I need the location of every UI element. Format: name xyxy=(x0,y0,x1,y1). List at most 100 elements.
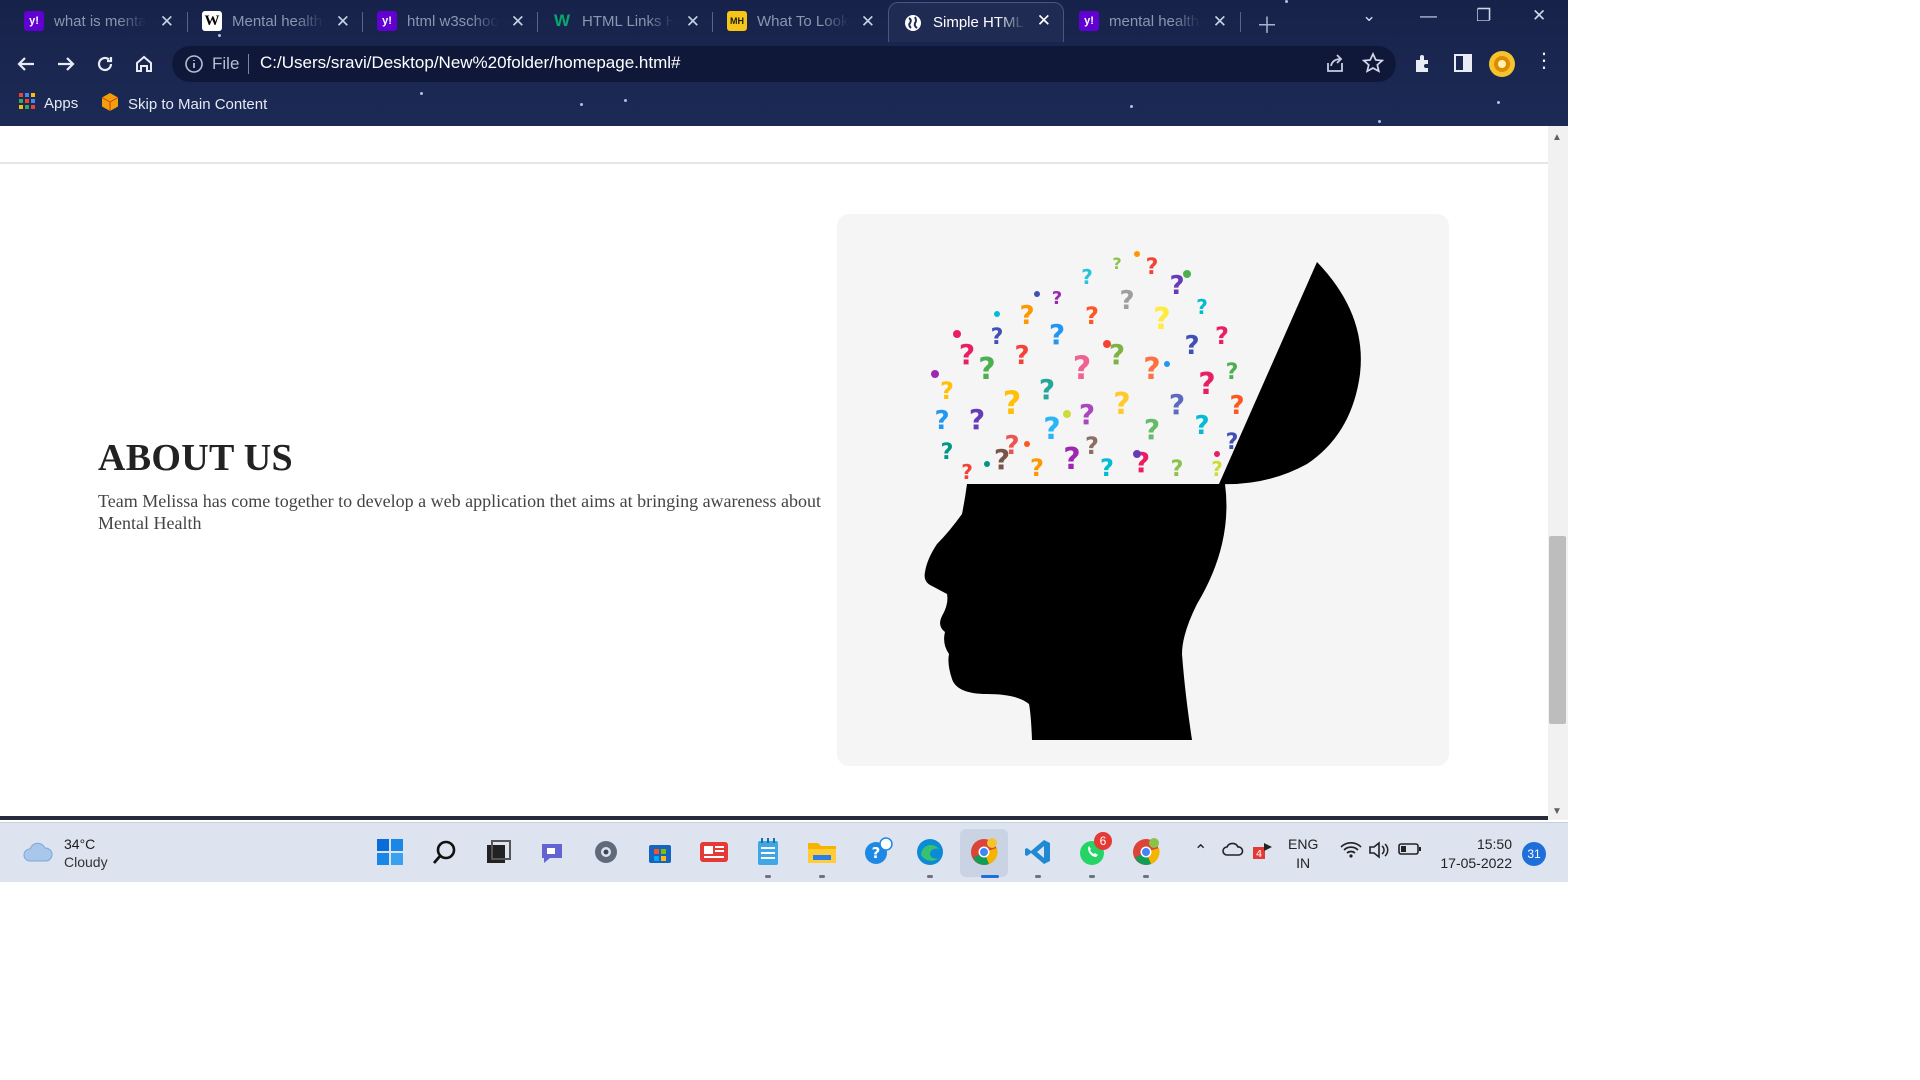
svg-text:?: ? xyxy=(1146,255,1159,280)
svg-text:?: ? xyxy=(1109,338,1125,371)
bookmark-label: Skip to Main Content xyxy=(128,95,268,113)
wifi-icon[interactable] xyxy=(1340,841,1362,862)
back-arrow-icon[interactable] xyxy=(12,50,40,78)
close-tab-icon[interactable]: ✕ xyxy=(861,12,875,32)
running-indicator xyxy=(1089,875,1095,878)
close-tab-icon[interactable]: ✕ xyxy=(511,12,525,32)
bookmark-apps[interactable]: Apps xyxy=(18,92,78,114)
close-tab-icon[interactable]: ✕ xyxy=(1037,11,1051,31)
vscode-icon[interactable] xyxy=(1022,836,1054,868)
region-code: IN xyxy=(1296,855,1311,871)
tab-html-links[interactable]: W HTML Links Hy ✕ xyxy=(538,4,712,38)
teams-chat-icon[interactable] xyxy=(536,836,568,868)
tab-simple-html-active[interactable]: Simple HTML H ✕ xyxy=(888,2,1064,42)
page-footer-bar xyxy=(0,816,1548,820)
close-window-icon[interactable]: ✕ xyxy=(1532,6,1546,26)
svg-text:?: ? xyxy=(934,406,949,436)
weather-condition: Cloudy xyxy=(64,854,108,870)
close-tab-icon[interactable]: ✕ xyxy=(160,12,174,32)
microsoft-store-icon[interactable] xyxy=(644,836,676,868)
svg-text:?: ? xyxy=(1119,286,1134,316)
tab-title: mental health xyxy=(1109,12,1200,30)
antivirus-shield-icon[interactable]: 4 xyxy=(1252,841,1274,864)
scroll-up-arrow-icon[interactable]: ▲ xyxy=(1552,132,1562,143)
running-indicator xyxy=(819,875,825,878)
battery-icon[interactable] xyxy=(1398,841,1422,860)
vertical-scrollbar[interactable]: ▲ ▼ xyxy=(1548,126,1568,820)
w3schools-icon: W xyxy=(553,11,571,30)
about-us-heading: ABOUT US xyxy=(98,437,293,479)
extensions-puzzle-icon[interactable] xyxy=(1412,52,1434,79)
file-explorer-folder-icon[interactable] xyxy=(806,836,838,868)
mhgov-icon: MH xyxy=(727,11,747,31)
edge-browser-icon[interactable] xyxy=(914,836,946,868)
reload-icon[interactable] xyxy=(91,50,119,78)
tab-title: html w3school xyxy=(407,12,499,30)
chrome-profile-icon[interactable] xyxy=(1130,836,1162,868)
volume-speaker-icon[interactable] xyxy=(1368,841,1390,862)
chrome-browser-icon[interactable] xyxy=(968,836,1000,868)
tab-title: Simple HTML H xyxy=(933,14,1025,31)
browser-menu-kebab-icon[interactable]: ⋮ xyxy=(1534,48,1554,73)
windows-start-icon[interactable] xyxy=(374,836,406,868)
svg-text:?: ? xyxy=(1030,454,1044,482)
close-tab-icon[interactable]: ✕ xyxy=(336,12,350,32)
new-tab-plus-icon[interactable]: ＋ xyxy=(1256,8,1278,40)
notepad-icon[interactable] xyxy=(752,836,784,868)
bookmark-star-icon[interactable] xyxy=(1361,51,1385,79)
notification-center-badge[interactable]: 31 xyxy=(1522,842,1546,866)
tab-what-to-look[interactable]: MH What To Look ✕ xyxy=(713,4,887,38)
svg-text:?: ? xyxy=(1004,431,1019,461)
close-tab-icon[interactable]: ✕ xyxy=(1213,12,1227,32)
svg-text:?: ? xyxy=(1184,331,1199,361)
svg-text:?: ? xyxy=(969,403,985,436)
cloud-icon xyxy=(22,839,54,868)
svg-text:?: ? xyxy=(1052,288,1062,309)
svg-text:?: ? xyxy=(961,460,973,484)
task-view-icon[interactable] xyxy=(482,836,514,868)
share-icon[interactable] xyxy=(1324,53,1346,80)
site-info-icon[interactable] xyxy=(184,54,204,79)
svg-text:?: ? xyxy=(1081,265,1093,289)
bookmark-skip-to-main-content[interactable]: Skip to Main Content xyxy=(100,92,267,116)
get-help-icon[interactable]: ? xyxy=(862,836,894,868)
whatsapp-notification-badge: 6 xyxy=(1094,832,1112,850)
tab-separator xyxy=(1240,12,1241,32)
tab-html-w3school[interactable]: y! html w3school ✕ xyxy=(363,4,537,38)
search-icon[interactable] xyxy=(429,836,461,868)
news-app-icon[interactable] xyxy=(698,836,730,868)
header-divider xyxy=(0,162,1548,164)
close-tab-icon[interactable]: ✕ xyxy=(686,12,700,32)
minimize-icon[interactable]: — xyxy=(1420,6,1437,26)
forward-arrow-icon[interactable] xyxy=(52,50,80,78)
weather-widget[interactable]: 34°C Cloudy xyxy=(22,835,108,871)
browser-chrome: y! what is mental ✕ W Mental health ✕ y!… xyxy=(0,0,1568,126)
whatsapp-icon[interactable]: 6 xyxy=(1076,832,1112,868)
svg-text:?: ? xyxy=(1019,301,1034,331)
yahoo-icon: y! xyxy=(24,11,44,31)
system-clock[interactable]: 15:50 17-05-2022 xyxy=(1434,835,1512,873)
url-text[interactable]: C:/Users/sravi/Desktop/New%20folder/home… xyxy=(260,53,680,73)
svg-text:4: 4 xyxy=(1256,849,1262,860)
tab-what-is-mental[interactable]: y! what is mental ✕ xyxy=(10,4,186,38)
svg-text:?: ? xyxy=(872,844,881,862)
address-bar[interactable]: File C:/Users/sravi/Desktop/New%20folder… xyxy=(172,46,1396,82)
show-hidden-icons-chevron-icon[interactable]: ⌃ xyxy=(1194,841,1207,861)
yahoo-icon: y! xyxy=(1079,11,1099,31)
tab-title: HTML Links Hy xyxy=(582,12,674,30)
svg-text:?: ? xyxy=(1226,430,1239,455)
side-panel-icon[interactable] xyxy=(1452,52,1474,79)
settings-gear-icon[interactable] xyxy=(590,836,622,868)
scrollbar-thumb[interactable] xyxy=(1549,536,1566,724)
tab-mental-health-wiki[interactable]: W Mental health ✕ xyxy=(188,4,362,38)
tab-search-chevron-icon[interactable]: ⌄ xyxy=(1362,6,1376,26)
restore-icon[interactable]: ❐ xyxy=(1476,6,1491,26)
onedrive-cloud-icon[interactable] xyxy=(1222,841,1244,860)
svg-text:?: ? xyxy=(1169,271,1184,301)
language-indicator[interactable]: ENG IN xyxy=(1288,835,1318,873)
profile-avatar[interactable] xyxy=(1488,50,1516,83)
home-icon[interactable] xyxy=(130,50,158,78)
yahoo-icon: y! xyxy=(377,11,397,31)
scroll-down-arrow-icon[interactable]: ▼ xyxy=(1552,806,1562,817)
tab-mental-health-search[interactable]: y! mental health ✕ xyxy=(1065,4,1239,38)
